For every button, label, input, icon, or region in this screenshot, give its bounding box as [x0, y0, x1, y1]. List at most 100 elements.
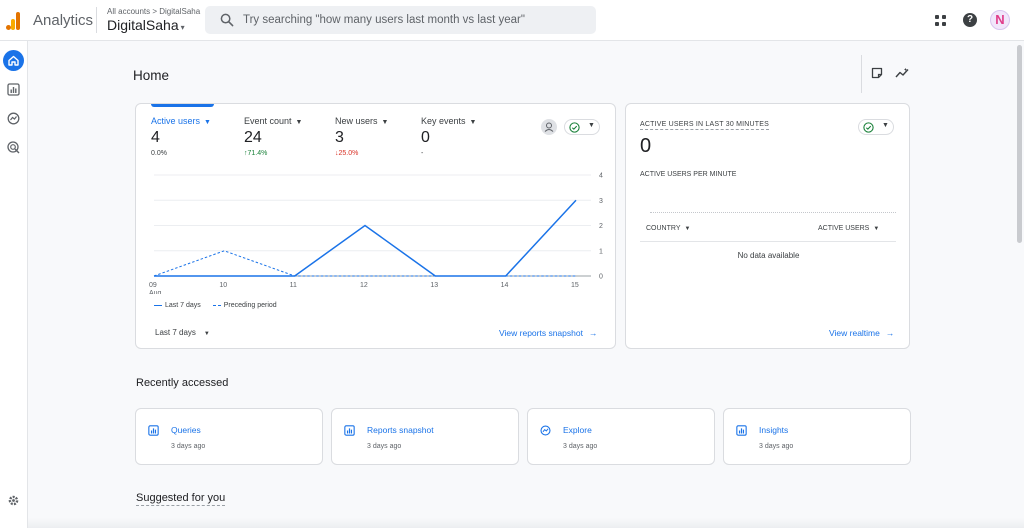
- metric-change: -: [421, 150, 424, 157]
- legend-item[interactable]: Last 7 days: [165, 302, 201, 309]
- view-realtime-link[interactable]: View realtime →: [829, 328, 894, 338]
- app-name[interactable]: Analytics: [33, 12, 93, 29]
- metric-change: ↓25.0%: [335, 150, 359, 157]
- page-scrollbar[interactable]: [1017, 45, 1022, 243]
- caret-down-icon: ▼: [873, 226, 880, 232]
- insights-icon[interactable]: [895, 67, 909, 79]
- x-tick-label: 12: [360, 282, 368, 289]
- analytics-logo-icon[interactable]: [6, 11, 22, 30]
- legend-item[interactable]: Preceding period: [224, 302, 277, 309]
- recently-accessed-title: Recently accessed: [136, 377, 229, 389]
- tools-divider: [861, 55, 862, 93]
- gear-icon[interactable]: [7, 494, 20, 507]
- line-chart: 0123409Aug10 11 12 13 14 15: [149, 173, 603, 295]
- search-box[interactable]: [205, 6, 596, 34]
- bar-chart-icon: [736, 425, 747, 436]
- user-icon[interactable]: [541, 119, 557, 135]
- recent-card-insights[interactable]: Insights 3 days ago: [723, 408, 911, 465]
- help-icon[interactable]: ?: [963, 13, 977, 27]
- search-input[interactable]: [243, 11, 583, 29]
- notes-icon[interactable]: [871, 67, 883, 79]
- legend-swatch-solid: [154, 304, 162, 306]
- realtime-table-header: COUNTRY ▼ ACTIVE USERS ▼: [640, 217, 896, 242]
- page-title: Home: [133, 68, 170, 83]
- caret-down-icon: ▼: [203, 331, 210, 337]
- caret-down-icon: ▼: [684, 226, 691, 232]
- realtime-title[interactable]: ACTIVE USERS IN LAST 30 MINUTES: [640, 121, 769, 130]
- country-column-header[interactable]: COUNTRY ▼: [646, 225, 690, 232]
- bar-chart-icon: [148, 425, 159, 436]
- recent-card-queries[interactable]: Queries 3 days ago: [135, 408, 323, 465]
- realtime-value: 0: [640, 135, 652, 157]
- x-tick-label: Aug: [149, 290, 162, 294]
- apps-grid-icon[interactable]: [935, 15, 946, 26]
- metric-change: 0.0%: [151, 150, 167, 157]
- recent-card-explore[interactable]: Explore 3 days ago: [527, 408, 715, 465]
- realtime-card: ACTIVE USERS IN LAST 30 MINUTES ▼ 0 ACTI…: [625, 103, 910, 349]
- bar-chart-icon: [344, 425, 355, 436]
- metric-new-users[interactable]: New users ▼ 3 ↓25.0%: [335, 116, 388, 157]
- metric-value: 3: [335, 129, 344, 146]
- metric-label: Event count: [244, 116, 292, 126]
- y-tick-label: 0: [599, 274, 603, 281]
- x-tick-label: 15: [571, 282, 579, 289]
- column-label: COUNTRY: [646, 225, 681, 232]
- active-metric-indicator: [151, 104, 214, 107]
- per-minute-chart-baseline: [650, 212, 896, 213]
- breadcrumb[interactable]: All accounts > DigitalSaha: [107, 7, 200, 16]
- recent-item-time: 3 days ago: [759, 443, 794, 450]
- metrics-card: Active users ▼ 4 0.0% Event count ▼ 24 ↑71…: [135, 103, 616, 349]
- caret-down-icon: ▼: [295, 119, 303, 126]
- header-divider: [96, 7, 97, 33]
- chart-legend: Last 7 days Preceding period: [154, 302, 277, 309]
- recent-card-reports-snapshot[interactable]: Reports snapshot 3 days ago: [331, 408, 519, 465]
- realtime-subtitle: ACTIVE USERS PER MINUTE: [640, 171, 737, 178]
- caret-down-icon: ▼: [469, 119, 477, 126]
- y-tick-label: 1: [599, 248, 603, 255]
- caret-down-icon: ▼: [381, 119, 389, 126]
- nav-home[interactable]: [3, 50, 24, 71]
- recent-item-title: Queries: [171, 425, 201, 435]
- suggested-for-you-title[interactable]: Suggested for you: [136, 492, 226, 506]
- caret-down-icon: ▾: [180, 23, 185, 32]
- bar-chart-icon[interactable]: [7, 83, 20, 96]
- recent-item-time: 3 days ago: [171, 443, 206, 450]
- metric-label: Key events: [421, 116, 466, 126]
- caret-down-icon: ▼: [204, 119, 211, 126]
- recent-item-time: 3 days ago: [563, 443, 598, 450]
- x-tick-label: 14: [501, 282, 509, 289]
- metric-label: New users: [335, 116, 378, 126]
- y-tick-label: 3: [599, 198, 603, 205]
- account-name: DigitalSaha: [107, 17, 179, 33]
- no-data-message: No data available: [737, 251, 800, 260]
- recent-item-time: 3 days ago: [367, 443, 402, 450]
- series-line-last-7-days: [154, 199, 577, 277]
- x-tick-label: 09: [149, 282, 157, 289]
- date-range-select[interactable]: Last 7 days ▼: [155, 328, 210, 337]
- metric-event-count[interactable]: Event count ▼ 24 ↑71.4%: [244, 116, 302, 157]
- link-label: View realtime: [829, 328, 880, 338]
- metric-value: 24: [244, 129, 262, 146]
- account-selector[interactable]: DigitalSaha ▾: [107, 17, 185, 33]
- y-tick-label: 4: [599, 173, 603, 180]
- metric-key-events[interactable]: Key events ▼ 0 -: [421, 116, 476, 157]
- home-icon: [8, 55, 19, 66]
- check-circle-icon: [863, 121, 874, 133]
- search-icon: [220, 13, 234, 27]
- data-quality-check-button[interactable]: ▼: [564, 119, 600, 135]
- column-label: ACTIVE USERS: [818, 225, 870, 232]
- x-tick-label: 10: [219, 282, 227, 289]
- legend-swatch-dashed: [212, 304, 221, 306]
- active-users-column-header[interactable]: ACTIVE USERS ▼: [818, 225, 879, 232]
- view-reports-snapshot-link[interactable]: View reports snapshot →: [499, 328, 597, 338]
- metric-value: 0: [421, 129, 430, 146]
- recent-item-title: Insights: [759, 425, 789, 435]
- caret-down-icon: ▼: [588, 122, 595, 129]
- metric-active-users[interactable]: Active users ▼ 4 0.0%: [151, 116, 211, 157]
- explore-icon[interactable]: [7, 112, 20, 125]
- data-quality-check-button[interactable]: ▼: [858, 119, 894, 135]
- target-icon[interactable]: [7, 141, 20, 154]
- caret-down-icon: ▼: [882, 122, 889, 129]
- metric-value: 4: [151, 129, 160, 146]
- avatar[interactable]: N: [990, 10, 1010, 30]
